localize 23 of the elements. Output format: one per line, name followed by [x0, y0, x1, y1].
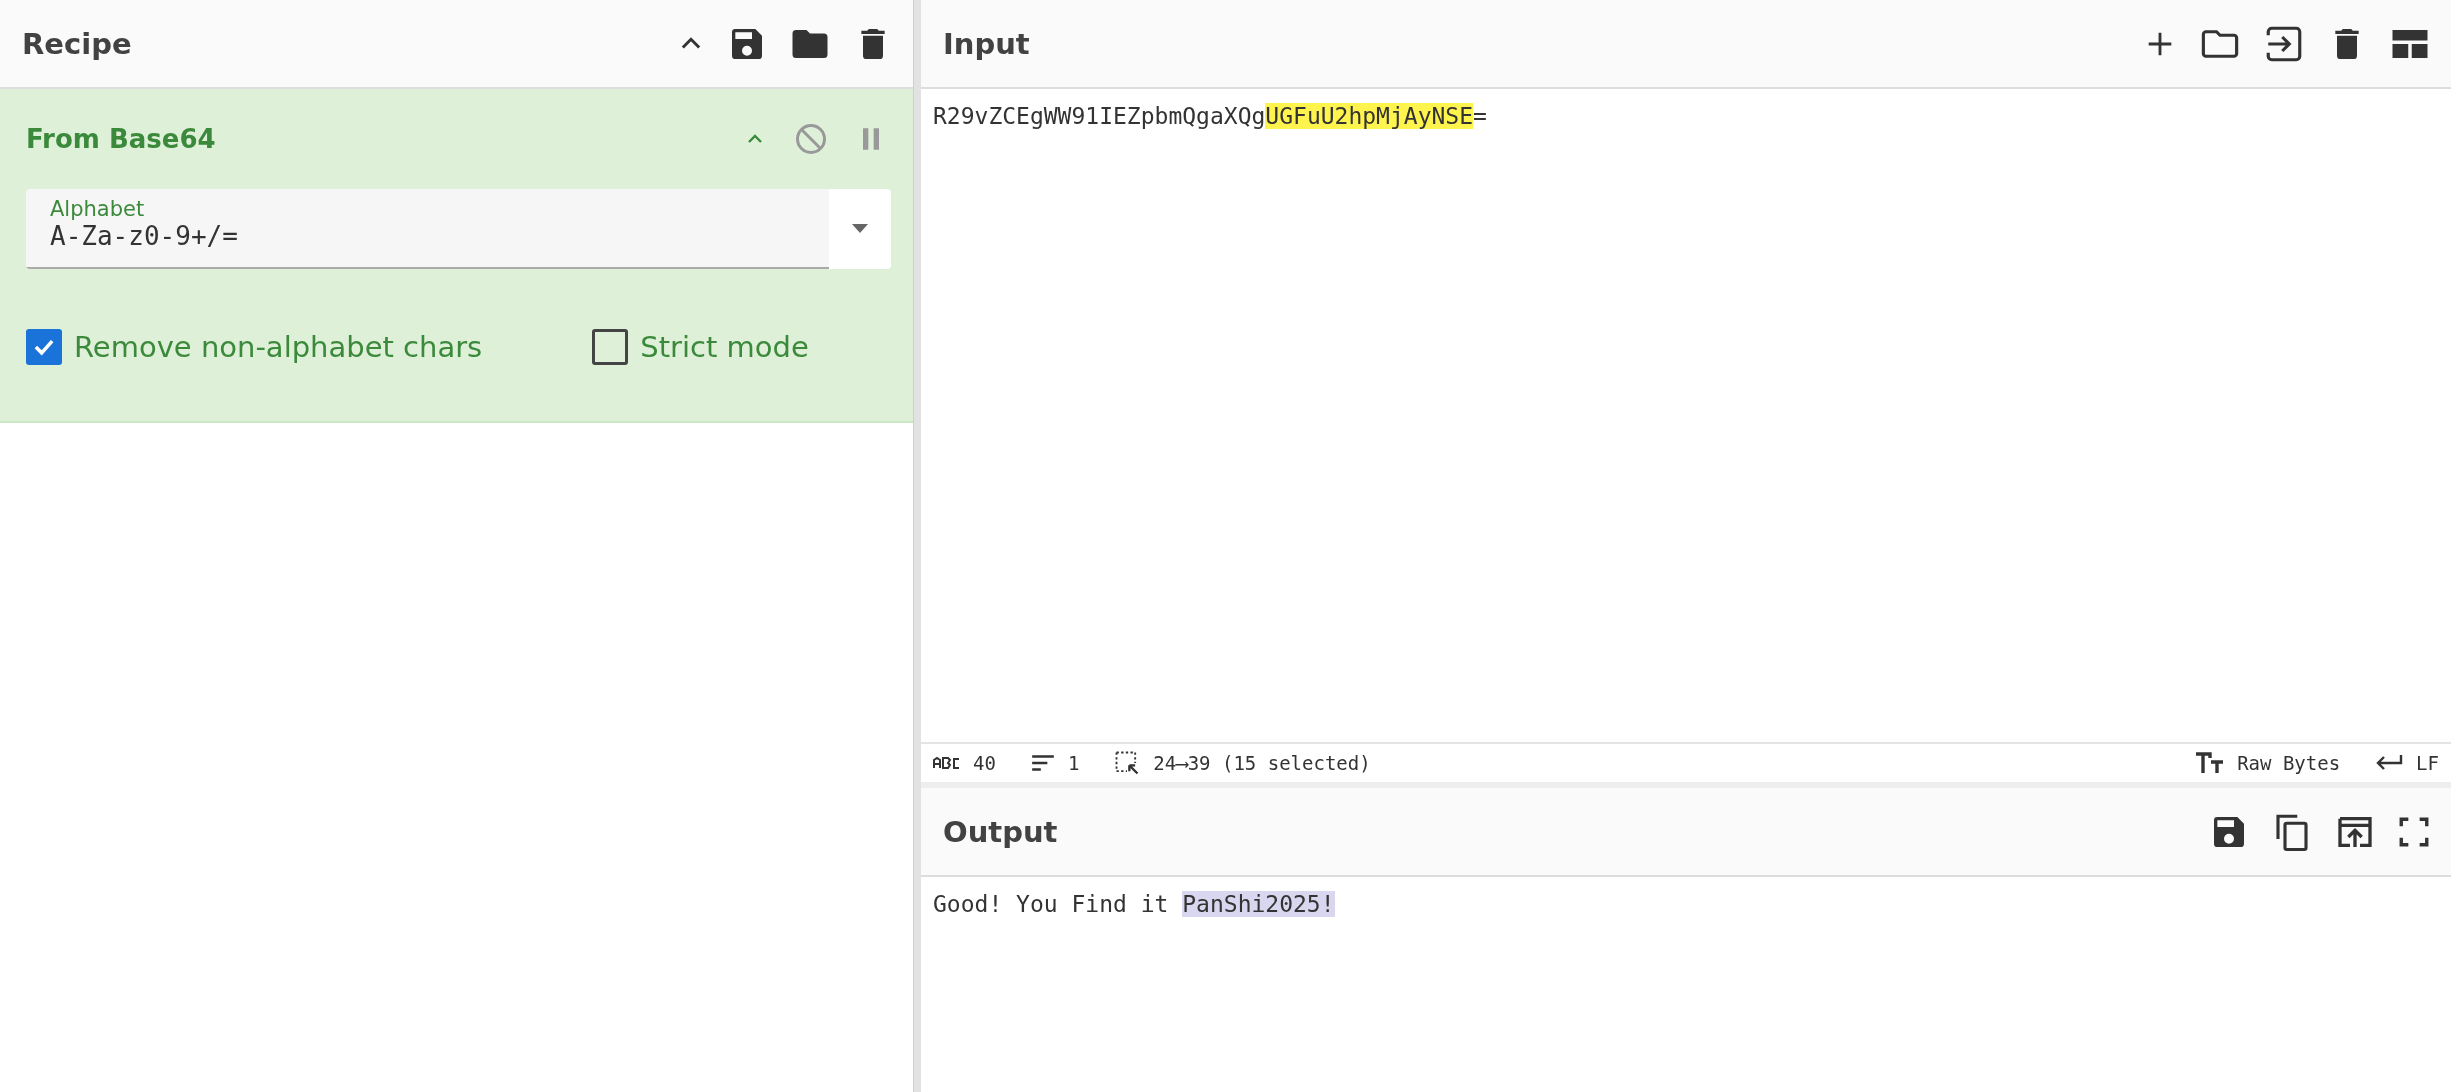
checkbox[interactable]: [592, 329, 629, 365]
length-value: 40: [973, 752, 996, 774]
field-label: Alphabet: [50, 197, 146, 221]
checkbox-label[interactable]: Strict mode: [640, 330, 809, 364]
alphabet-field[interactable]: Alphabet A-Za-z0-9+/=: [26, 189, 829, 269]
output-text: Good! You Find it PanShi2025!: [932, 890, 1336, 919]
checkbox[interactable]: [26, 329, 62, 365]
line-ending-value[interactable]: LF: [2416, 752, 2439, 774]
checkbox-label[interactable]: Remove non-alphabet chars: [74, 330, 483, 364]
caret-icon: [852, 224, 868, 234]
selection-range: 24⟶39 (15 selected): [1153, 752, 1371, 774]
text-length-icon: [933, 756, 961, 770]
resize-handle[interactable]: [921, 782, 2451, 788]
alphabet-input[interactable]: A-Za-z0-9+/=: [50, 221, 805, 251]
lines-icon: [1029, 752, 1056, 774]
input-text[interactable]: R29vZCEgWW91IEZpbmQgaXQgUGFuU2hpMjAyNSE=: [921, 89, 2451, 742]
font-size-icon[interactable]: [2195, 751, 2226, 775]
lines-value: 1: [1067, 752, 1080, 774]
encoding-value[interactable]: Raw Bytes: [2237, 752, 2341, 774]
operation-title: From Base64: [26, 124, 216, 154]
recipe-title: Recipe: [22, 26, 132, 61]
output-title: Output: [943, 814, 1058, 849]
input-title: Input: [943, 26, 1030, 61]
